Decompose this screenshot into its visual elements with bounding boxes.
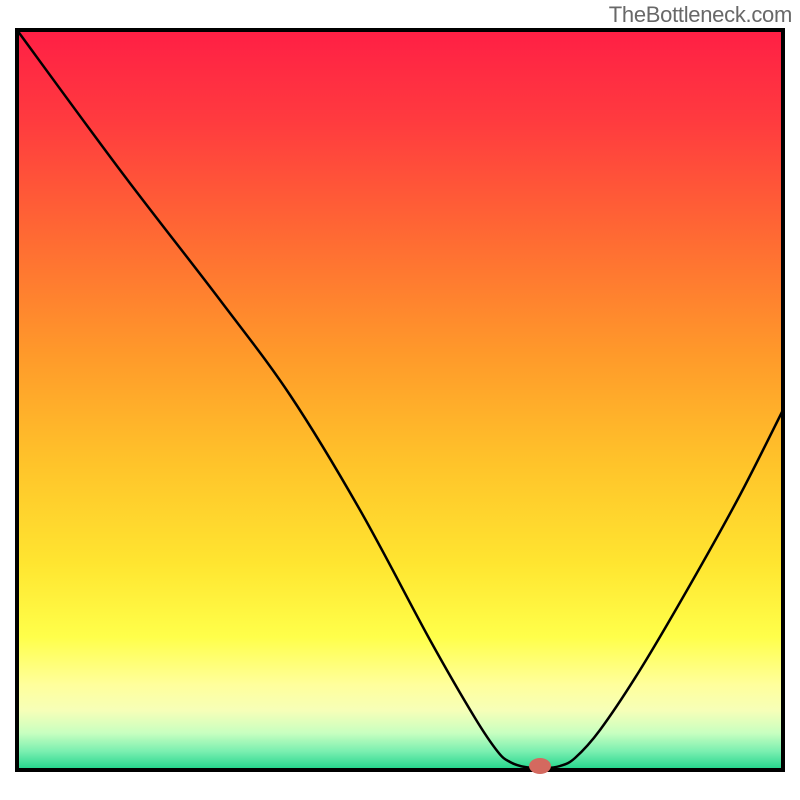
watermark-label: TheBottleneck.com [609,2,792,28]
plot-background [17,30,783,770]
optimal-marker [529,758,551,774]
chart-svg [0,0,800,800]
bottleneck-chart: TheBottleneck.com [0,0,800,800]
